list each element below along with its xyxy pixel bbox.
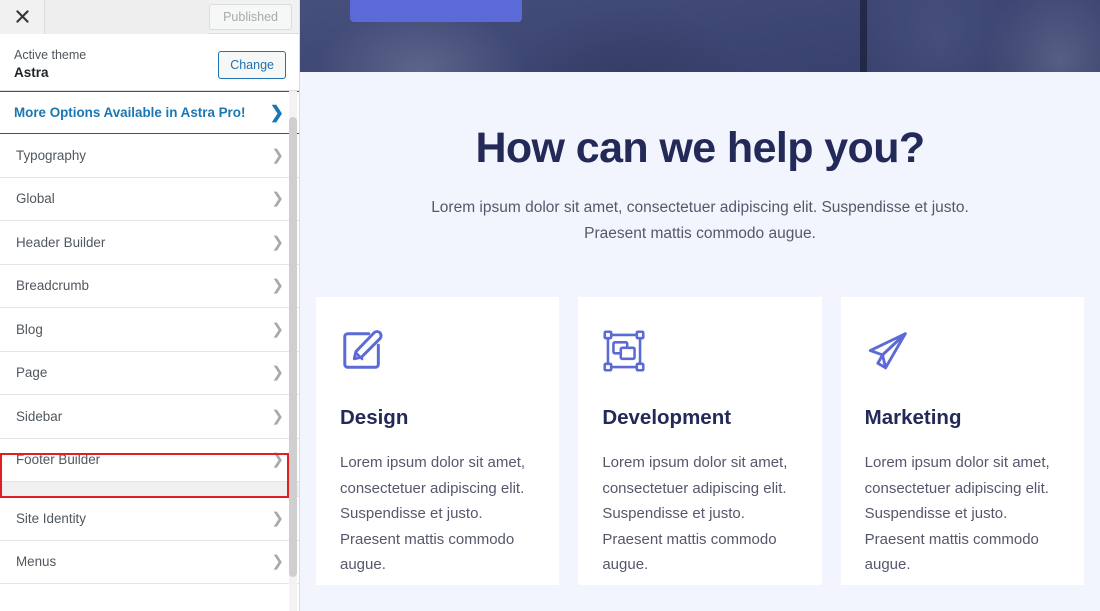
sidebar-item-label: Typography — [16, 147, 86, 163]
feature-card-design[interactable]: Design Lorem ipsum dolor sit amet, conse… — [316, 297, 560, 586]
sidebar-item-global[interactable]: Global ❯ — [0, 177, 300, 221]
astra-pro-banner-label: More Options Available in Astra Pro! — [14, 105, 246, 120]
chevron-right-icon: ❯ — [271, 451, 284, 469]
sidebar-item-header-builder[interactable]: Header Builder ❯ — [0, 221, 300, 265]
sidebar-item-breadcrumb[interactable]: Breadcrumb ❯ — [0, 264, 300, 308]
sidebar-item-label: Menus — [16, 554, 57, 570]
feature-card-text: Lorem ipsum dolor sit amet, consectetuer… — [602, 454, 788, 574]
paper-plane-send-icon — [865, 325, 1060, 377]
active-theme-label: Active theme — [14, 47, 87, 62]
feature-card-title: Design — [340, 406, 409, 430]
site-preview: GET STARTED How can we help you? Lorem i… — [300, 0, 1100, 611]
active-theme-name: Astra — [14, 65, 49, 81]
chevron-right-icon: ❯ — [271, 190, 284, 208]
customizer-screen: Published Active theme Astra Change More… — [0, 0, 1100, 611]
chevron-right-icon: ❯ — [271, 509, 284, 527]
feature-card-marketing[interactable]: Marketing Lorem ipsum dolor sit amet, co… — [840, 297, 1084, 586]
sidebar-item-typography[interactable]: Typography ❯ — [0, 134, 300, 178]
sidebar-item-page[interactable]: Page ❯ — [0, 351, 300, 395]
sidebar-item-label: Blog — [16, 321, 43, 337]
chevron-right-icon: ❯ — [271, 553, 284, 571]
sidebar-section-divider — [0, 482, 300, 497]
sidebar-item-site-identity[interactable]: Site Identity ❯ — [0, 497, 300, 541]
sidebar-item-sidebar[interactable]: Sidebar ❯ — [0, 395, 300, 439]
chevron-right-icon: ❯ — [269, 103, 284, 122]
chevron-right-icon: ❯ — [271, 364, 284, 382]
sidebar-item-menus[interactable]: Menus ❯ — [0, 540, 300, 584]
selection-frame-icon — [602, 325, 797, 377]
active-theme-info: Active theme Astra — [14, 48, 86, 83]
hero-photo-pole — [860, 0, 867, 72]
page-title: How can we help you? — [475, 124, 925, 172]
sidebar-scrollbar-thumb[interactable] — [289, 117, 297, 577]
sidebar-item-label: Site Identity — [16, 510, 86, 526]
sidebar-item-label: Page — [16, 365, 48, 381]
feature-card-title: Development — [602, 406, 732, 430]
chevron-right-icon: ❯ — [271, 407, 284, 425]
get-started-button[interactable]: GET STARTED — [350, 0, 522, 22]
sidebar-item-label: Sidebar — [16, 408, 63, 424]
active-theme-panel: Active theme Astra Change — [0, 34, 300, 91]
sidebar-item-label: Header Builder — [16, 234, 106, 250]
feature-card-title: Marketing — [864, 406, 962, 430]
astra-pro-banner[interactable]: More Options Available in Astra Pro! ❯ — [0, 91, 300, 134]
customizer-header: Published — [0, 0, 300, 34]
page-subtitle: Lorem ipsum dolor sit amet, consectetuer… — [431, 199, 969, 242]
sidebar-item-blog[interactable]: Blog ❯ — [0, 308, 300, 352]
sidebar-item-label: Breadcrumb — [16, 278, 89, 294]
customizer-sidebar: Published Active theme Astra Change More… — [0, 0, 300, 611]
chevron-right-icon: ❯ — [271, 277, 284, 295]
sidebar-item-label: Footer Builder — [16, 452, 101, 468]
edit-square-pencil-icon — [340, 325, 535, 377]
feature-card-development[interactable]: Development Lorem ipsum dolor sit amet, … — [578, 297, 822, 586]
chevron-right-icon: ❯ — [271, 320, 284, 338]
feature-card-text: Lorem ipsum dolor sit amet, consectetuer… — [340, 454, 526, 574]
change-theme-button[interactable]: Change — [218, 51, 286, 79]
feature-card-list: Design Lorem ipsum dolor sit amet, conse… — [308, 297, 1092, 586]
header-spacer — [45, 0, 210, 34]
customizer-panel-list: More Options Available in Astra Pro! ❯ T… — [0, 91, 300, 611]
sidebar-item-footer-builder[interactable]: Footer Builder ❯ — [0, 438, 300, 482]
sidebar-item-label: Global — [16, 191, 55, 207]
sidebar-right-divider — [299, 0, 300, 611]
feature-card-text: Lorem ipsum dolor sit amet, consectetuer… — [864, 454, 1050, 574]
publish-button[interactable]: Published — [209, 3, 292, 30]
sidebar-scrollbar[interactable] — [289, 91, 297, 611]
chevron-right-icon: ❯ — [271, 233, 284, 251]
hero-banner: GET STARTED — [300, 0, 1100, 72]
help-section: How can we help you? Lorem ipsum dolor s… — [300, 72, 1100, 611]
close-icon[interactable] — [0, 0, 45, 34]
chevron-right-icon: ❯ — [271, 146, 284, 164]
